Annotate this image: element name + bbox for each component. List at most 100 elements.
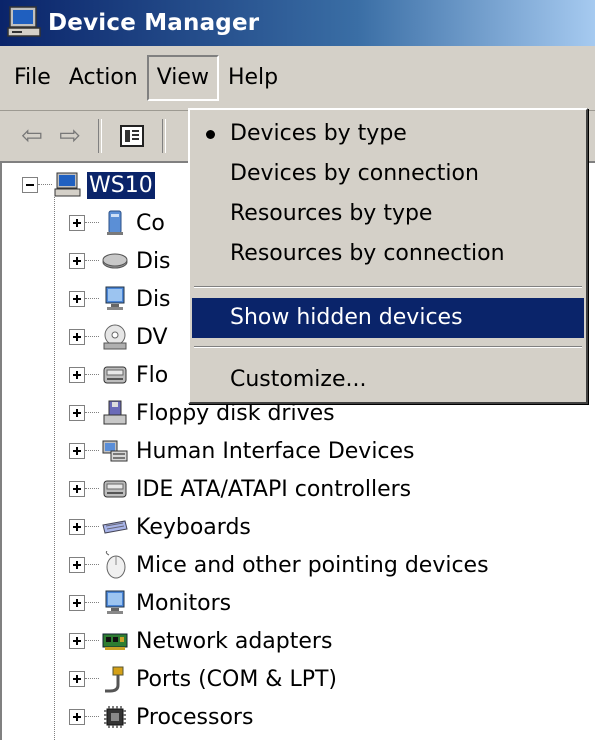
tree-item-label: Human Interface Devices (136, 438, 415, 464)
tree-item[interactable]: Flo (69, 356, 170, 394)
back-arrow-icon: ⇦ (21, 121, 43, 151)
disk-drive-icon (101, 247, 129, 275)
processor-icon (101, 703, 129, 731)
tree-root[interactable]: WS10 (22, 166, 155, 204)
tree-item-label: Processors (136, 704, 254, 730)
properties-icon (120, 125, 144, 147)
expand-icon[interactable] (69, 633, 85, 649)
menu-item-label: Resources by type (230, 201, 433, 226)
expand-icon[interactable] (69, 557, 85, 573)
tree-connector (54, 197, 55, 740)
tree-item[interactable]: Keyboards (69, 508, 253, 546)
hid-icon (101, 437, 129, 465)
monitor-icon (101, 589, 129, 617)
floppy-controller-icon (101, 361, 129, 389)
tree-connector (85, 374, 99, 376)
floppy-drive-icon (101, 399, 129, 427)
tree-item[interactable]: Processors (69, 698, 255, 736)
tree-item[interactable]: Dis (69, 280, 173, 318)
tree-item-label: Dis (136, 248, 171, 274)
tree-item[interactable]: IDE ATA/ATAPI controllers (69, 470, 413, 508)
computer-icon (101, 209, 129, 237)
tree-item[interactable]: DV (69, 318, 170, 356)
expand-icon[interactable] (69, 215, 85, 231)
menu-item-label: Devices by type (230, 121, 407, 146)
expand-icon[interactable] (69, 481, 85, 497)
tree-connector (85, 298, 99, 300)
tree-item[interactable]: Dis (69, 242, 173, 280)
menu-item-resources-by-connection[interactable]: Resources by connection (192, 234, 584, 274)
tree-item[interactable]: Monitors (69, 584, 233, 622)
expand-icon[interactable] (69, 329, 85, 345)
tree-item[interactable]: Network adapters (69, 622, 334, 660)
tree-item[interactable]: Mice and other pointing devices (69, 546, 491, 584)
display-adapter-icon (101, 285, 129, 313)
tree-item-label: Ports (COM & LPT) (136, 666, 337, 692)
menu-view[interactable]: View (146, 55, 219, 101)
menu-item-label: Customize... (230, 367, 367, 392)
tree-item[interactable]: Human Interface Devices (69, 432, 417, 470)
tree-item[interactable]: Ports (COM & LPT) (69, 660, 339, 698)
menu-help[interactable]: Help (219, 55, 287, 101)
tree-item-label: DV (136, 324, 168, 350)
expand-icon[interactable] (69, 595, 85, 611)
tree-connector (85, 716, 99, 718)
tree-connector (85, 412, 99, 414)
menu-item-label: Resources by connection (230, 241, 505, 266)
expand-icon[interactable] (69, 253, 85, 269)
tree-connector (85, 564, 99, 566)
menu-bar: File Action View Help (0, 46, 595, 111)
tree-item-label: Co (136, 210, 165, 236)
menu-separator (194, 286, 582, 288)
dvd-drive-icon (101, 323, 129, 351)
expand-icon[interactable] (69, 367, 85, 383)
tree-item-label: Network adapters (136, 628, 333, 654)
tree-connector (85, 222, 99, 224)
expand-icon[interactable] (69, 709, 85, 725)
keyboard-icon (101, 513, 129, 541)
menu-item-devices-by-type[interactable]: Devices by type (192, 114, 584, 154)
mouse-icon (101, 550, 129, 579)
expand-icon[interactable] (69, 405, 85, 421)
expand-icon[interactable] (69, 291, 85, 307)
computer-icon (54, 171, 82, 199)
expand-icon[interactable] (69, 443, 85, 459)
tree-connector (85, 640, 99, 642)
collapse-icon[interactable] (22, 177, 38, 193)
tree-item-label: Dis (136, 286, 171, 312)
properties-button[interactable] (114, 118, 150, 154)
menu-item-show-hidden-devices[interactable]: Show hidden devices (192, 298, 584, 338)
view-menu-dropdown: Devices by type Devices by connection Re… (188, 108, 588, 404)
toolbar-separator (162, 119, 166, 153)
menu-separator (194, 346, 582, 348)
network-adapter-icon (101, 627, 129, 655)
toolbar-separator (98, 119, 102, 153)
menu-item-devices-by-connection[interactable]: Devices by connection (192, 154, 584, 194)
tree-connector (85, 678, 99, 680)
menu-action[interactable]: Action (60, 55, 147, 101)
ide-controller-icon (101, 475, 129, 503)
forward-button[interactable]: ⇨ (52, 118, 88, 154)
tree-item-label: Mice and other pointing devices (136, 552, 489, 578)
tree-item-label: IDE ATA/ATAPI controllers (136, 476, 412, 502)
tree-root-label[interactable]: WS10 (87, 171, 155, 199)
port-icon (101, 665, 129, 693)
back-button[interactable]: ⇦ (14, 118, 50, 154)
menu-item-customize[interactable]: Customize... (192, 360, 584, 400)
expand-icon[interactable] (69, 671, 85, 687)
tree-connector (85, 260, 99, 262)
tree-connector (85, 336, 99, 338)
tree-connector (38, 184, 52, 186)
menu-file[interactable]: File (5, 55, 60, 101)
expand-icon[interactable] (69, 519, 85, 535)
forward-arrow-icon: ⇨ (59, 121, 81, 151)
menu-item-resources-by-type[interactable]: Resources by type (192, 194, 584, 234)
tree-item-label: Keyboards (136, 514, 251, 540)
menu-item-label: Devices by connection (230, 161, 479, 186)
tree-item[interactable]: Co (69, 204, 167, 242)
tree-item-label: Flo (136, 362, 169, 388)
device-manager-icon (6, 4, 44, 42)
tree-item-label: Monitors (136, 590, 232, 616)
radio-bullet-icon (206, 130, 215, 139)
title-bar: Device Manager (0, 0, 595, 46)
